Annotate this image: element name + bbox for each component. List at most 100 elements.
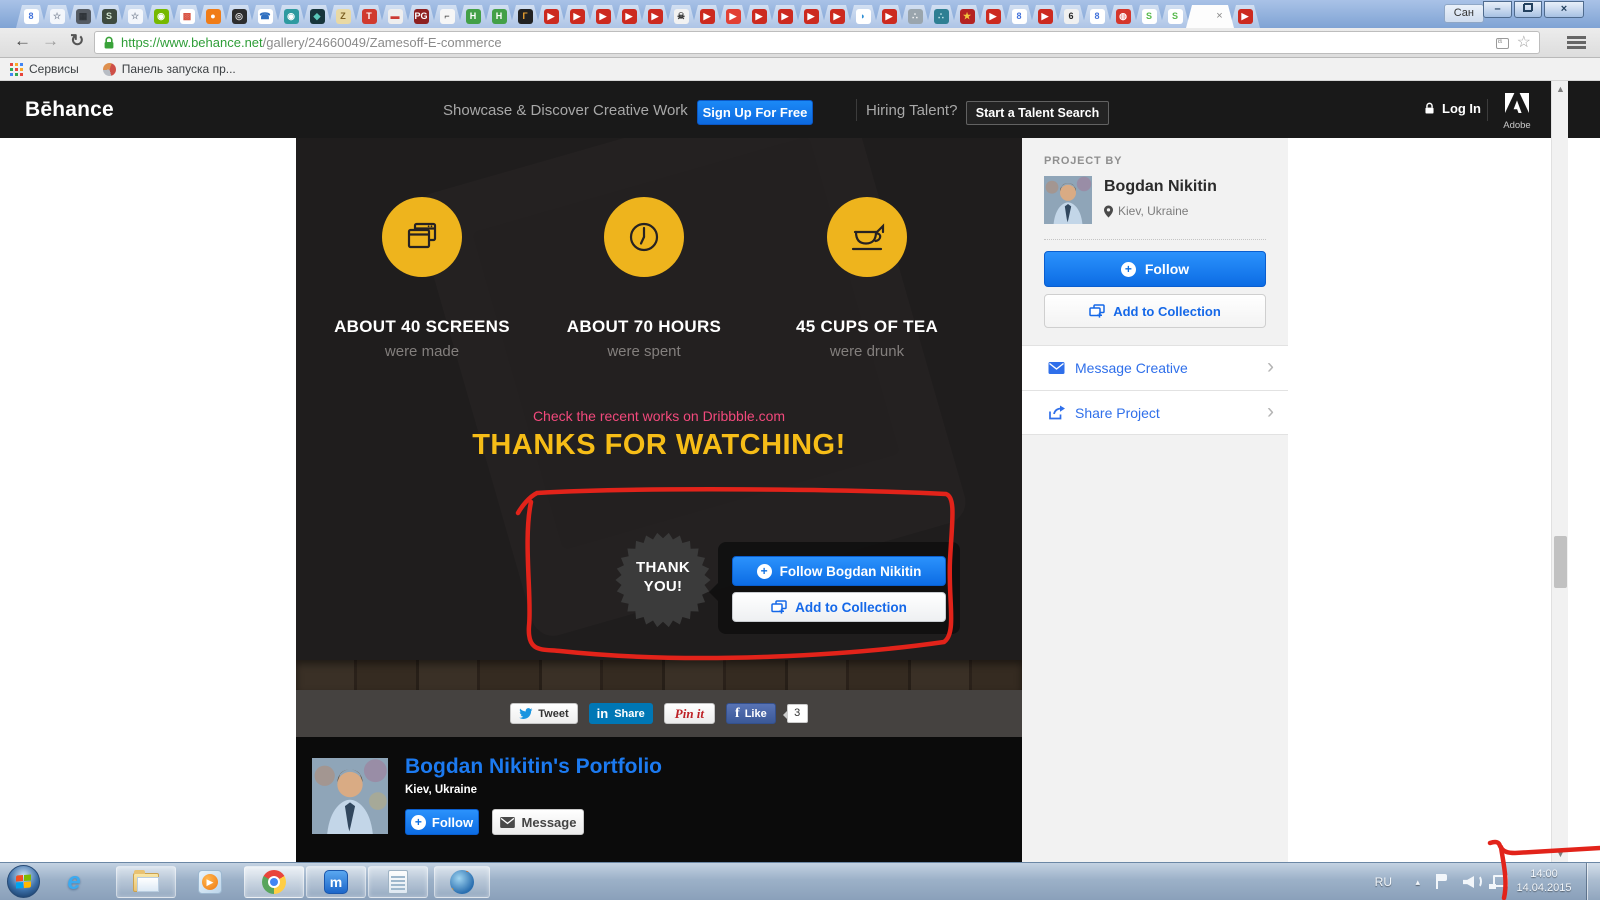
gem-tab[interactable]: ◆ bbox=[302, 5, 332, 28]
key-tab[interactable]: ⌐ bbox=[432, 5, 462, 28]
restore-button[interactable] bbox=[1514, 1, 1542, 18]
back-icon[interactable]: ← bbox=[14, 31, 31, 51]
scroll-up-icon[interactable]: ▲ bbox=[1552, 84, 1569, 94]
youtube-tab[interactable]: ▶ bbox=[978, 5, 1008, 28]
t-tab[interactable]: T bbox=[354, 5, 384, 28]
action-center-flag-icon[interactable]: × bbox=[1435, 874, 1448, 889]
taskbar-chrome[interactable] bbox=[244, 866, 304, 898]
behance-logo[interactable]: Bēhance bbox=[25, 98, 114, 122]
star-tab[interactable]: ☆ bbox=[42, 5, 72, 28]
talent-search-button[interactable]: Start a Talent Search bbox=[966, 101, 1109, 125]
six-tab[interactable]: 6 bbox=[1056, 5, 1086, 28]
dots-teal-tab[interactable]: ∴ bbox=[926, 5, 956, 28]
creator-name-link[interactable]: Bogdan Nikitin bbox=[1104, 178, 1217, 196]
drop-tab[interactable]: ◗ bbox=[848, 5, 878, 28]
taskbar-maxthon[interactable]: m bbox=[306, 866, 366, 898]
linkedin-share-button[interactable]: in Share bbox=[588, 703, 653, 724]
youtube-tab[interactable]: ▶ bbox=[1030, 5, 1060, 28]
show-desktop-button[interactable] bbox=[1587, 863, 1600, 900]
h-tab[interactable]: H bbox=[484, 5, 514, 28]
youtube-tab[interactable]: ▶ bbox=[692, 5, 722, 28]
sidebar-follow-button[interactable]: + Follow bbox=[1044, 251, 1266, 287]
emblem-tab[interactable]: ★ bbox=[952, 5, 982, 28]
bookmark-star-icon[interactable]: ☆ bbox=[1517, 35, 1531, 51]
login-button[interactable]: Log In bbox=[1424, 101, 1481, 116]
taskbar-notepad[interactable] bbox=[368, 866, 428, 898]
youtube-tab[interactable]: ▶ bbox=[744, 5, 774, 28]
bookmark-services[interactable]: Сервисы bbox=[10, 62, 79, 76]
youtube-tab[interactable]: ▶ bbox=[614, 5, 644, 28]
youtube-tab[interactable]: ▶ bbox=[640, 5, 670, 28]
address-bar[interactable]: https://www.behance.net/gallery/24660049… bbox=[94, 31, 1540, 54]
news-tab[interactable]: ▬ bbox=[380, 5, 410, 28]
taskbar-explorer[interactable] bbox=[116, 866, 176, 898]
skull-tab[interactable]: ☠ bbox=[666, 5, 696, 28]
youtube-tab[interactable]: ▶ bbox=[536, 5, 566, 28]
message-creative-row[interactable]: Message Creative › bbox=[1022, 345, 1288, 390]
skrill-tab[interactable]: S bbox=[1160, 5, 1190, 28]
tweet-button[interactable]: Tweet bbox=[510, 703, 578, 724]
sidebar-add-collection-button[interactable]: Add to Collection bbox=[1044, 294, 1266, 328]
star-tab[interactable]: ☆ bbox=[120, 5, 150, 28]
google-tab[interactable]: 8 bbox=[1082, 5, 1112, 28]
youtube-tab-light[interactable]: ▶ bbox=[718, 5, 748, 28]
film-tab[interactable]: ◎ bbox=[224, 5, 254, 28]
add-to-collection-button[interactable]: Add to Collection bbox=[732, 592, 946, 622]
owner-message-button[interactable]: Message bbox=[492, 809, 584, 835]
taskbar-ie[interactable]: e bbox=[52, 866, 96, 898]
owner-avatar[interactable] bbox=[312, 758, 388, 834]
sidebar-avatar[interactable] bbox=[1044, 176, 1092, 224]
bookmark-launcher[interactable]: Панель запуска пр... bbox=[102, 62, 236, 76]
pg-tab[interactable]: PG bbox=[406, 5, 436, 28]
taskbar-wmp[interactable]: ▶ bbox=[184, 866, 236, 898]
youtube-tab[interactable]: ▶ bbox=[1230, 5, 1260, 28]
youtube-tab[interactable]: ▶ bbox=[770, 5, 800, 28]
dots-tab[interactable]: ∴ bbox=[900, 5, 930, 28]
z-tab[interactable]: Z bbox=[328, 5, 358, 28]
volume-icon[interactable] bbox=[1463, 876, 1474, 888]
minimize-button[interactable]: – bbox=[1483, 1, 1512, 18]
skrill-tab[interactable]: S bbox=[1134, 5, 1164, 28]
active-tab[interactable]: × bbox=[1186, 5, 1234, 28]
pattern-tab[interactable]: ▩ bbox=[172, 5, 202, 28]
signup-button[interactable]: Sign Up For Free bbox=[697, 100, 813, 125]
google-tab[interactable]: 8 bbox=[1004, 5, 1034, 28]
dribbble-link[interactable]: Check the recent works on Dribbble.com bbox=[296, 408, 1022, 424]
adobe-link[interactable]: Adobe bbox=[1499, 93, 1535, 131]
start-button[interactable] bbox=[7, 865, 40, 898]
paw-tab[interactable]: ● bbox=[198, 5, 228, 28]
close-button[interactable]: × bbox=[1544, 1, 1584, 18]
chrome-profile-button[interactable]: Сан bbox=[1443, 4, 1484, 23]
youtube-tab[interactable]: ▶ bbox=[562, 5, 592, 28]
facebook-like-button[interactable]: f Like bbox=[726, 703, 776, 724]
target-tab[interactable]: ◍ bbox=[1108, 5, 1138, 28]
chrome-menu-icon[interactable] bbox=[1567, 36, 1586, 50]
youtube-tab[interactable]: ▶ bbox=[874, 5, 904, 28]
gamepad-tab[interactable]: ▦ bbox=[68, 5, 98, 28]
share-project-row[interactable]: Share Project › bbox=[1022, 390, 1288, 435]
gamma-tab[interactable]: Г bbox=[510, 5, 540, 28]
call-tab[interactable]: ☎ bbox=[250, 5, 280, 28]
youtube-tab[interactable]: ▶ bbox=[796, 5, 826, 28]
language-indicator[interactable]: RU bbox=[1375, 875, 1392, 889]
portfolio-title-link[interactable]: Bogdan Nikitin's Portfolio bbox=[405, 755, 662, 779]
scrollbar-thumb[interactable] bbox=[1554, 536, 1567, 588]
taskbar-firefox[interactable] bbox=[434, 866, 490, 898]
tg-tab[interactable]: ◉ bbox=[276, 5, 306, 28]
nvidia-tab[interactable]: ◉ bbox=[146, 5, 176, 28]
youtube-tab[interactable]: ▶ bbox=[588, 5, 618, 28]
google-tab[interactable]: 8 bbox=[16, 5, 46, 28]
tray-expand-icon[interactable]: ▴ bbox=[1415, 877, 1420, 888]
forward-icon[interactable]: → bbox=[42, 31, 59, 51]
follow-author-button[interactable]: + Follow Bogdan Nikitin bbox=[732, 556, 946, 586]
steam-tab[interactable]: S bbox=[94, 5, 124, 28]
network-icon[interactable] bbox=[1489, 875, 1508, 889]
taskbar-clock[interactable]: 14:00 14.04.2015 bbox=[1512, 867, 1576, 895]
pinit-button[interactable]: Pin it bbox=[663, 703, 716, 724]
youtube-tab[interactable]: ▶ bbox=[822, 5, 852, 28]
scroll-down-icon[interactable]: ▼ bbox=[1552, 849, 1569, 859]
translate-icon[interactable] bbox=[1495, 36, 1509, 49]
owner-follow-button[interactable]: + Follow bbox=[405, 809, 479, 835]
h-tab[interactable]: H bbox=[458, 5, 488, 28]
reload-icon[interactable]: ↻ bbox=[70, 31, 84, 51]
